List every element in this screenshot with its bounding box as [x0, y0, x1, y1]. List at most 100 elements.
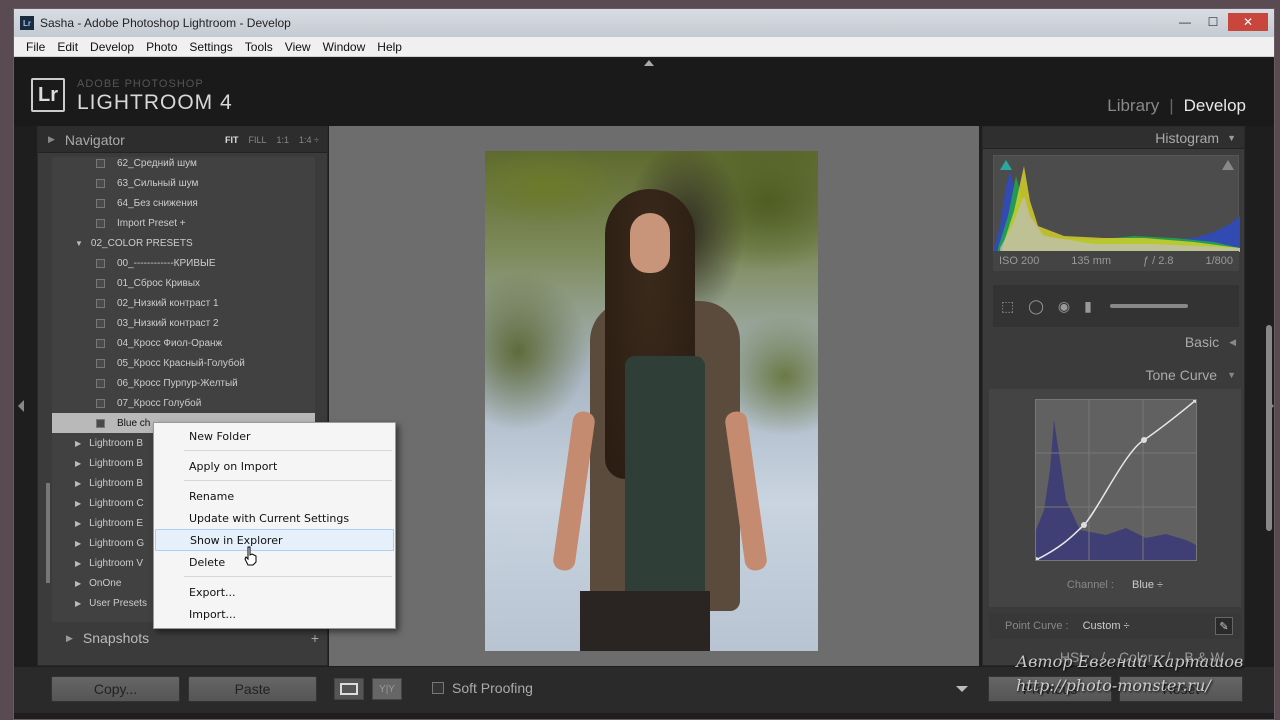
folder-item[interactable]: ▼ 02_COLOR PRESETS: [52, 233, 315, 253]
preset-label: 62_Средний шум: [117, 157, 197, 169]
left-scrollbar[interactable]: [46, 483, 50, 583]
menu-help[interactable]: Help: [371, 40, 408, 54]
navigator-header[interactable]: ▶ Navigator FIT FILL 1:1 1:4 ÷: [38, 127, 327, 153]
list-item[interactable]: 07_Кросс Голубой: [52, 393, 315, 413]
menu-file[interactable]: File: [20, 40, 51, 54]
folder-label: Lightroom G: [89, 537, 145, 549]
list-item[interactable]: 03_Низкий контраст 2: [52, 313, 315, 333]
context-menu: New Folder Apply on Import Rename Update…: [153, 422, 396, 629]
title-bar: Lr Sasha - Adobe Photoshop Lightroom - D…: [14, 9, 1274, 37]
folder-collapsed-icon: ▶: [75, 518, 82, 528]
histogram-exif: ISO 200 135 mm ƒ / 2.8 1/800: [993, 251, 1239, 271]
channel-label: Channel :: [1066, 579, 1114, 591]
list-item[interactable]: 04_Кросс Фиол-Оранж: [52, 333, 315, 353]
photo-face: [630, 213, 670, 273]
menu-settings[interactable]: Settings: [183, 40, 238, 54]
menu-item-export[interactable]: Export...: [155, 581, 394, 603]
red-eye-icon[interactable]: ◉: [1058, 298, 1070, 315]
menu-item-update-settings[interactable]: Update with Current Settings: [155, 507, 394, 529]
menu-item-new-folder[interactable]: New Folder: [155, 425, 394, 447]
maximize-icon[interactable]: ☐: [1200, 13, 1226, 31]
hand-pointer-icon: [244, 546, 257, 566]
preset-icon: [96, 338, 105, 348]
minimize-icon[interactable]: —: [1172, 13, 1198, 31]
photo-preview[interactable]: [485, 151, 818, 651]
right-scrollbar[interactable]: [1266, 325, 1272, 531]
folder-label: Lightroom B: [89, 437, 144, 449]
crop-tool-icon[interactable]: ⬚: [1001, 298, 1014, 315]
tone-curve-header[interactable]: Tone Curve ▼: [983, 363, 1244, 387]
folder-label: Lightroom V: [89, 557, 144, 569]
list-item[interactable]: 63_Сильный шум: [52, 173, 315, 193]
menu-item-rename[interactable]: Rename: [155, 485, 394, 507]
snapshots-title: Snapshots: [82, 630, 150, 646]
copy-button[interactable]: Copy...: [51, 676, 180, 702]
menu-item-show-in-explorer[interactable]: Show in Explorer: [155, 529, 394, 551]
point-curve-select[interactable]: Custom ÷: [1083, 620, 1130, 632]
basic-header[interactable]: Basic ◀: [983, 330, 1244, 354]
list-item[interactable]: 02_Низкий контраст 1: [52, 293, 315, 313]
list-item[interactable]: 00_------------КРИВЫЕ: [52, 253, 315, 273]
module-separator: |: [1169, 96, 1174, 115]
menu-tools[interactable]: Tools: [239, 40, 279, 54]
zoom-1-1[interactable]: 1:1: [277, 135, 290, 145]
tone-curve-title: Tone Curve: [1145, 367, 1218, 383]
folder-collapsed-icon: ▶: [75, 438, 82, 448]
menu-item-apply-on-import[interactable]: Apply on Import: [155, 455, 394, 477]
expand-triangle-icon: ▶: [48, 134, 55, 144]
collapse-triangle-icon: ▼: [1227, 132, 1236, 143]
zoom-fit[interactable]: FIT: [225, 135, 239, 145]
menu-view[interactable]: View: [279, 40, 317, 54]
tone-curve-graph[interactable]: [1033, 397, 1199, 563]
preset-icon: [96, 318, 105, 328]
close-icon[interactable]: ✕: [1228, 13, 1268, 31]
list-item[interactable]: 06_Кросс Пурпур-Желтый: [52, 373, 315, 393]
module-library[interactable]: Library: [1107, 96, 1159, 116]
loupe-view-button[interactable]: [334, 678, 364, 700]
preset-label: Blue ch: [117, 417, 151, 429]
list-item[interactable]: 01_Сброс Кривых: [52, 273, 315, 293]
top-panel-toggle-icon[interactable]: [644, 60, 654, 66]
folder-label: User Presets: [89, 597, 147, 609]
graduated-filter-icon[interactable]: ▮: [1084, 298, 1092, 315]
histogram-header[interactable]: Histogram ▼: [983, 127, 1244, 149]
add-snapshot-icon[interactable]: +: [311, 630, 319, 646]
menu-item-import[interactable]: Import...: [155, 603, 394, 625]
menu-window[interactable]: Window: [317, 40, 372, 54]
spot-removal-icon[interactable]: ◯: [1028, 298, 1044, 315]
brand-title: LIGHTROOM 4: [77, 91, 233, 114]
channel-value[interactable]: Blue ÷: [1132, 579, 1163, 591]
list-item[interactable]: 05_Кросс Красный-Голубой: [52, 353, 315, 373]
paste-button[interactable]: Paste: [188, 676, 317, 702]
adjustment-brush-slider[interactable]: [1109, 304, 1188, 308]
brand-small: ADOBE PHOTOSHOP: [77, 78, 204, 90]
zoom-1-4[interactable]: 1:4 ÷: [299, 135, 319, 145]
folder-label: Lightroom B: [89, 457, 144, 469]
list-item[interactable]: 64_Без снижения: [52, 193, 315, 213]
soft-proofing-toggle[interactable]: Soft Proofing: [432, 680, 533, 696]
edit-point-curve-icon[interactable]: ✎: [1215, 617, 1233, 635]
zoom-fill[interactable]: FILL: [249, 135, 267, 145]
basic-title: Basic: [1184, 334, 1220, 350]
folder-collapsed-icon: ▶: [75, 578, 82, 588]
snapshots-header[interactable]: ▶ Snapshots +: [38, 626, 327, 650]
preset-icon: [96, 418, 105, 428]
menu-item-delete[interactable]: Delete: [155, 551, 394, 573]
menu-photo[interactable]: Photo: [140, 40, 183, 54]
folder-collapsed-icon: ▶: [75, 498, 82, 508]
before-after-button[interactable]: Y|Y: [372, 678, 402, 700]
right-panel-toggle-icon[interactable]: [1268, 400, 1274, 412]
soft-proofing-checkbox[interactable]: [432, 682, 444, 694]
toolbar-menu-chevron-icon[interactable]: [956, 686, 968, 692]
menu-edit[interactable]: Edit: [51, 40, 84, 54]
left-panel-toggle-icon[interactable]: [18, 400, 24, 412]
list-item[interactable]: Import Preset +: [52, 213, 315, 233]
preset-label: 63_Сильный шум: [117, 177, 199, 189]
channel-selector[interactable]: Channel : Blue ÷: [989, 579, 1241, 591]
list-item[interactable]: 62_Средний шум: [52, 153, 315, 173]
module-develop[interactable]: Develop: [1184, 96, 1246, 116]
preset-icon: [96, 258, 105, 268]
preset-icon: [96, 298, 105, 308]
menu-develop[interactable]: Develop: [84, 40, 140, 54]
folder-label: Lightroom C: [89, 497, 144, 509]
